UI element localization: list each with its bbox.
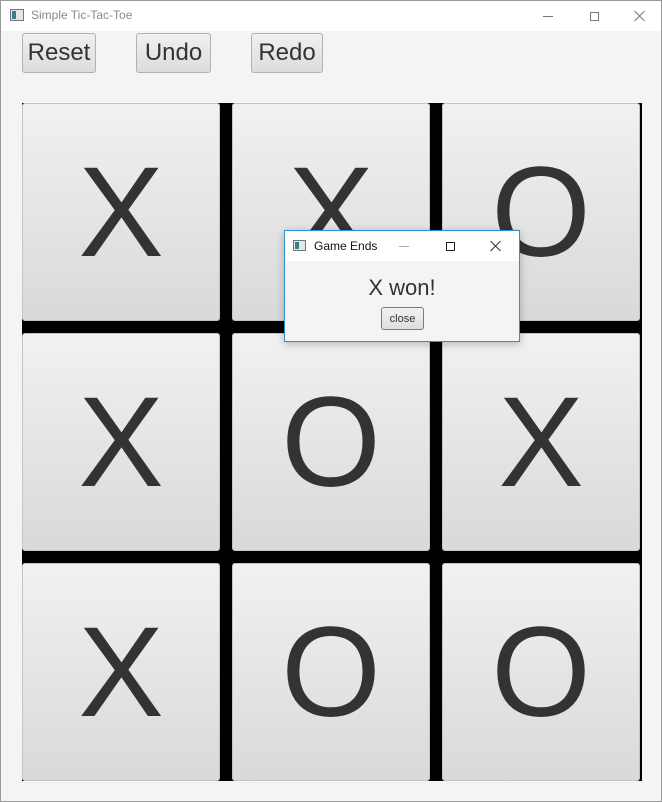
reset-button[interactable]: Reset xyxy=(22,33,96,73)
app-window: Simple Tic-Tac-Toe Reset Undo Redo X X O… xyxy=(0,0,662,802)
board-cell-r3c3[interactable]: O xyxy=(442,563,640,781)
minimize-icon xyxy=(543,15,553,17)
dialog-titlebar[interactable]: Game Ends xyxy=(285,231,519,261)
maximize-button[interactable] xyxy=(571,1,617,31)
redo-button[interactable]: Redo xyxy=(251,33,323,73)
winner-message: X won! xyxy=(368,275,436,300)
dialog-maximize-button[interactable] xyxy=(427,231,473,261)
game-ends-dialog: Game Ends X won! close xyxy=(284,230,520,342)
game-board: X X O X O X X O O xyxy=(22,103,642,781)
board-cell-r2c1[interactable]: X xyxy=(22,333,220,551)
dialog-minimize-button[interactable] xyxy=(381,231,427,261)
dialog-close-button[interactable]: close xyxy=(381,307,424,330)
board-cell-r1c1[interactable]: X xyxy=(22,103,220,321)
maximize-icon xyxy=(445,241,455,251)
app-window-icon xyxy=(10,9,24,21)
board-cell-r2c3[interactable]: X xyxy=(442,333,640,551)
close-icon xyxy=(634,10,646,22)
undo-button[interactable]: Undo xyxy=(136,33,211,73)
dialog-window-icon xyxy=(293,240,306,251)
board-cell-r2c2[interactable]: O xyxy=(232,333,430,551)
minimize-button[interactable] xyxy=(525,1,571,31)
dialog-title: Game Ends xyxy=(314,239,378,253)
board-cell-r3c1[interactable]: X xyxy=(22,563,220,781)
close-button[interactable] xyxy=(617,1,662,31)
window-title: Simple Tic-Tac-Toe xyxy=(31,8,133,22)
minimize-icon xyxy=(399,245,409,247)
board-cell-r3c2[interactable]: O xyxy=(232,563,430,781)
dialog-close-window-button[interactable] xyxy=(473,231,519,261)
window-titlebar[interactable]: Simple Tic-Tac-Toe xyxy=(1,1,661,31)
close-icon xyxy=(490,240,502,252)
maximize-icon xyxy=(589,11,599,21)
